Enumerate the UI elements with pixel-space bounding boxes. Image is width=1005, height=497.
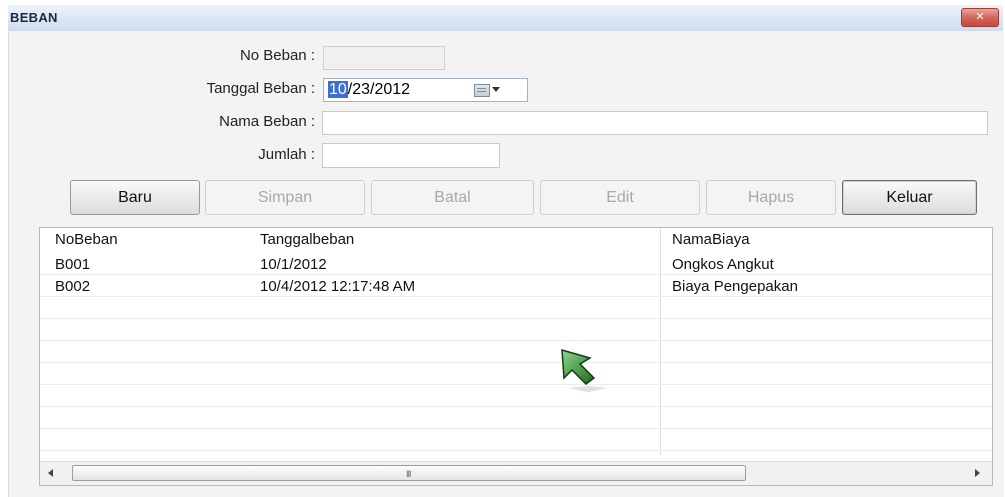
jumlah-field[interactable]	[322, 143, 500, 168]
jumlah-label: Jumlah :	[258, 146, 315, 163]
date-rest: /23/2012	[347, 81, 411, 98]
scroll-right-icon[interactable]	[975, 469, 980, 477]
keluar-button[interactable]: Keluar	[842, 180, 977, 215]
nama-beban-label: Nama Beban :	[219, 113, 315, 130]
empty-row	[40, 297, 992, 319]
title-bar[interactable]: BEBAN ✕	[8, 5, 1003, 32]
empty-row	[40, 429, 992, 451]
empty-row	[40, 385, 992, 407]
no-beban-label: No Beban :	[239, 47, 315, 64]
mouse-cursor-icon	[561, 348, 608, 392]
table-row[interactable]: B001 10/1/2012 Ongkos Angkut	[40, 253, 992, 275]
date-month-selected: 10	[328, 81, 348, 98]
hapus-button[interactable]: Hapus	[706, 180, 836, 215]
column-header-nobeban[interactable]: NoBeban	[55, 231, 118, 248]
empty-row	[40, 319, 992, 341]
edit-button[interactable]: Edit	[540, 180, 700, 215]
tanggal-beban-datepicker[interactable]: 10/23/2012	[323, 78, 528, 102]
column-header-namabiaya[interactable]: NamaBiaya	[672, 231, 750, 248]
calendar-icon[interactable]	[474, 84, 490, 97]
tanggal-beban-label: Tanggal Beban :	[206, 80, 315, 97]
nama-beban-field[interactable]	[322, 111, 988, 135]
close-button[interactable]: ✕	[961, 8, 999, 27]
grip-icon: III	[406, 469, 411, 479]
cell-namabiaya: Biaya Pengepakan	[672, 278, 798, 295]
scroll-left-icon[interactable]	[48, 469, 53, 477]
close-icon: ✕	[975, 11, 985, 23]
column-header-tanggalbeban[interactable]: Tanggalbeban	[260, 231, 354, 248]
grid-header: NoBeban Tanggalbeban NamaBiaya	[40, 228, 992, 250]
scroll-thumb[interactable]: III	[72, 465, 746, 481]
window-title: BEBAN	[10, 10, 58, 25]
cell-tanggalbeban: 10/1/2012	[260, 256, 327, 273]
beban-data-grid[interactable]: NoBeban Tanggalbeban NamaBiaya B001 10/1…	[39, 227, 993, 486]
simpan-button[interactable]: Simpan	[205, 180, 365, 215]
no-beban-field	[323, 46, 445, 70]
table-row[interactable]: B002 10/4/2012 12:17:48 AM Biaya Pengepa…	[40, 275, 992, 297]
date-value[interactable]: 10/23/2012	[328, 81, 410, 99]
baru-button[interactable]: Baru	[70, 180, 200, 215]
beban-window: BEBAN ✕ No Beban : Tanggal Beban : 10/23…	[0, 0, 1005, 497]
horizontal-scrollbar[interactable]: III	[40, 461, 992, 485]
cell-nobeban: B002	[55, 278, 91, 295]
empty-row	[40, 341, 992, 363]
cell-nobeban: B001	[55, 256, 91, 273]
cell-namabiaya: Ongkos Angkut	[672, 256, 774, 273]
cell-tanggalbeban: 10/4/2012 12:17:48 AM	[260, 278, 416, 295]
empty-row	[40, 407, 992, 429]
empty-row	[40, 363, 992, 385]
batal-button[interactable]: Batal	[371, 180, 534, 215]
chevron-down-icon[interactable]	[492, 87, 500, 92]
